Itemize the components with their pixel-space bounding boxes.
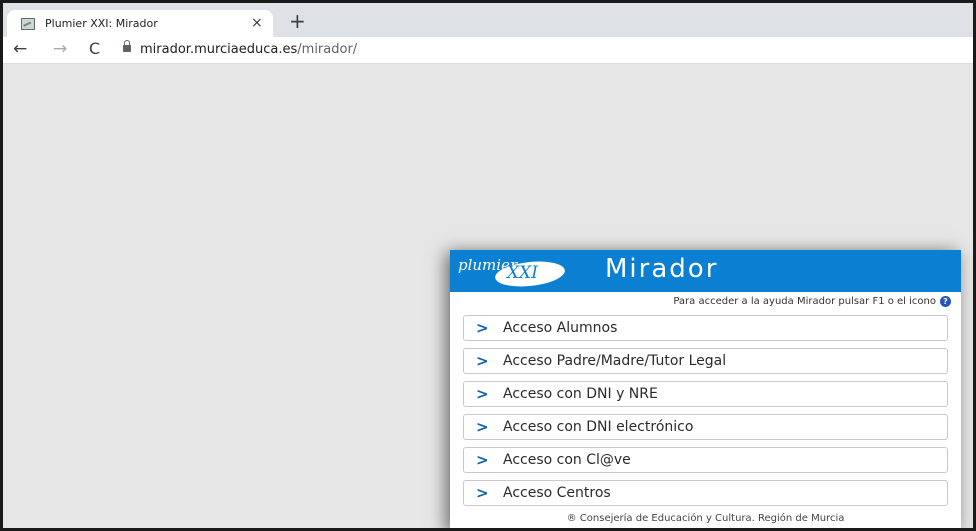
- menu-item-acceso-dni-nre[interactable]: > Acceso con DNI y NRE: [463, 381, 948, 407]
- access-menu: > Acceso Alumnos > Acceso Padre/Madre/Tu…: [463, 315, 948, 513]
- chevron-right-icon: >: [476, 319, 489, 337]
- close-icon[interactable]: ×: [251, 15, 263, 31]
- logo-roman: XXI: [507, 263, 538, 283]
- browser-window: Plumier XXI: Mirador × + ← → C mirador.m…: [0, 0, 976, 531]
- menu-item-label: Acceso Centros: [503, 485, 611, 501]
- panel-title: Mirador: [605, 254, 719, 284]
- browser-toolbar: ← → C mirador.murciaeduca.es/mirador/: [3, 37, 973, 64]
- help-icon[interactable]: ?: [940, 296, 951, 307]
- plumier-logo: plumier XXI: [458, 252, 570, 290]
- browser-tab[interactable]: Plumier XXI: Mirador ×: [7, 10, 273, 40]
- plus-icon[interactable]: +: [289, 11, 306, 31]
- menu-item-acceso-clave[interactable]: > Acceso con Cl@ve: [463, 447, 948, 473]
- favicon-icon: [21, 18, 35, 30]
- back-arrow-icon[interactable]: ←: [13, 39, 27, 59]
- help-line: Para acceder a la ayuda Mirador pulsar F…: [673, 296, 951, 307]
- panel-footer: ® Consejería de Educación y Cultura. Reg…: [566, 513, 845, 524]
- tab-strip: Plumier XXI: Mirador × +: [3, 0, 973, 40]
- menu-item-acceso-centros[interactable]: > Acceso Centros: [463, 480, 948, 506]
- mirador-login-panel: plumier XXI Mirador Para acceder a la ay…: [450, 250, 961, 528]
- menu-item-acceso-alumnos[interactable]: > Acceso Alumnos: [463, 315, 948, 341]
- chevron-right-icon: >: [476, 385, 489, 403]
- reload-icon[interactable]: C: [89, 39, 100, 59]
- address-bar[interactable]: mirador.murciaeduca.es/mirador/: [140, 42, 357, 57]
- panel-header: plumier XXI Mirador: [450, 250, 961, 292]
- menu-item-label: Acceso Alumnos: [503, 320, 618, 336]
- menu-item-label: Acceso Padre/Madre/Tutor Legal: [503, 353, 727, 369]
- menu-item-acceso-padre-madre-tutor[interactable]: > Acceso Padre/Madre/Tutor Legal: [463, 348, 948, 374]
- menu-item-label: Acceso con DNI y NRE: [503, 386, 658, 402]
- chevron-right-icon: >: [476, 484, 489, 502]
- menu-item-acceso-dni-electronico[interactable]: > Acceso con DNI electrónico: [463, 414, 948, 440]
- url-path: /mirador/: [297, 42, 358, 57]
- tab-title: Plumier XXI: Mirador: [45, 17, 158, 30]
- help-text: Para acceder a la ayuda Mirador pulsar F…: [673, 296, 936, 307]
- forward-arrow-icon[interactable]: →: [53, 39, 67, 59]
- chevron-right-icon: >: [476, 418, 489, 436]
- menu-item-label: Acceso con DNI electrónico: [503, 419, 694, 435]
- chevron-right-icon: >: [476, 451, 489, 469]
- url-host: mirador.murciaeduca.es: [140, 42, 298, 57]
- chevron-right-icon: >: [476, 352, 489, 370]
- menu-item-label: Acceso con Cl@ve: [503, 452, 631, 468]
- lock-icon[interactable]: [123, 40, 131, 52]
